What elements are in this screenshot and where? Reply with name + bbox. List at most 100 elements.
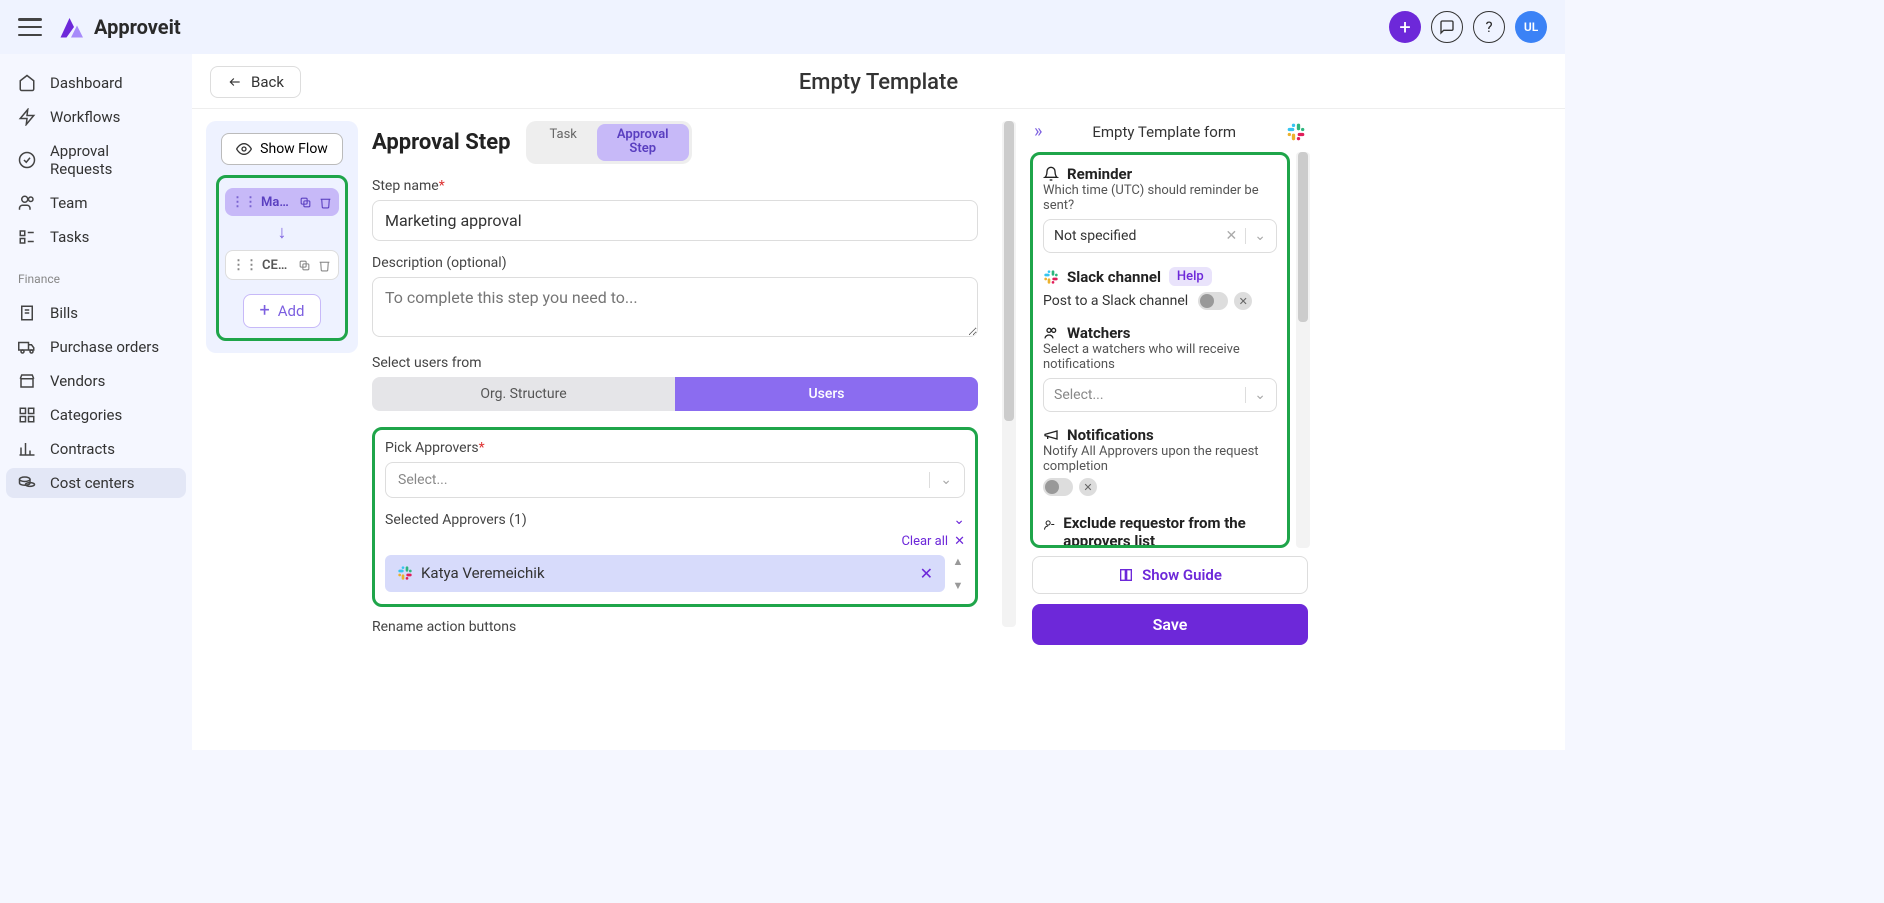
approvers-select[interactable]: Select... ⌄ [385,462,965,498]
list-scroll[interactable]: ▲▼ [951,555,965,592]
logo[interactable]: Approveit [56,12,181,42]
sidebar-item-label: Categories [50,406,122,424]
tab-task[interactable]: Task [529,124,596,161]
copy-icon[interactable] [297,194,313,210]
sidebar-item-vendors[interactable]: Vendors [6,366,186,396]
sidebar-item-bills[interactable]: Bills [6,298,186,328]
back-label: Back [251,73,284,91]
selected-approvers-label: Selected Approvers (1) [385,512,527,528]
slack-heading: Slack channel Help [1043,267,1277,286]
flow-step-selected[interactable]: ⋮⋮ Marketi... [225,188,339,216]
select-placeholder: Select... [398,472,448,488]
arrow-left-icon [227,75,243,89]
back-button[interactable]: Back [210,66,301,98]
notifications-toggle[interactable]: ✕ [1043,478,1097,496]
show-flow-label: Show Flow [260,141,328,157]
logo-text: Approveit [94,15,181,39]
step-name-input[interactable] [372,200,978,241]
watchers-select[interactable]: Select... ⌄ [1043,378,1277,412]
drag-icon[interactable]: ⋮⋮ [231,195,257,210]
slack-icon[interactable] [1286,122,1306,142]
add-step-button[interactable]: + Add [243,294,322,328]
sidebar-item-dashboard[interactable]: Dashboard [6,68,186,98]
delete-icon[interactable] [317,194,333,210]
watchers-heading: Watchers [1043,324,1277,342]
sidebar-item-label: Approval Requests [50,142,174,178]
slack-icon [1043,269,1059,285]
delete-icon[interactable] [316,257,332,273]
receipt-icon [18,304,36,322]
scrollbar[interactable] [1002,121,1016,627]
truck-icon [18,338,36,356]
eye-icon [236,141,252,157]
panel-title: Approval Step [372,130,510,155]
list-icon [18,228,36,246]
sidebar-item-approval-requests[interactable]: Approval Requests [6,136,186,184]
book-icon [1118,567,1134,583]
remove-approver-button[interactable]: ✕ [920,564,933,583]
chevron-down-icon[interactable]: ⌄ [953,512,965,528]
logo-icon [56,12,86,42]
close-icon: ✕ [954,534,965,549]
close-icon: ✕ [1234,292,1252,310]
watchers-sub: Select a watchers who will receive notif… [1043,342,1277,372]
drag-icon[interactable]: ⋮⋮ [232,258,258,273]
user-minus-icon [1043,517,1055,533]
tab-approval-step[interactable]: Approval Step [597,124,689,161]
chevron-down-icon: ⌄ [929,472,952,488]
description-label: Description (optional) [372,255,978,271]
coins-icon [18,474,36,492]
chat-icon[interactable] [1431,11,1463,43]
sidebar-item-label: Workflows [50,108,120,126]
sidebar-item-label: Bills [50,304,78,322]
exclude-heading: Exclude requestor from the approvers lis… [1043,514,1277,548]
home-icon [18,74,36,92]
sidebar-item-categories[interactable]: Categories [6,400,186,430]
arrow-down-icon: ↓ [278,224,287,242]
create-button[interactable]: + [1389,11,1421,43]
right-panel: » Empty Template form Reminder Which tim… [1030,121,1310,631]
approver-name: Katya Veremeichik [421,564,912,582]
reminder-select[interactable]: Not specified ✕⌄ [1043,219,1277,253]
sidebar-item-cost-centers[interactable]: Cost centers [6,468,186,498]
step-type-tabs: Task Approval Step [526,121,691,164]
flow-step[interactable]: ⋮⋮ CEO ap... [225,250,339,280]
save-button[interactable]: Save [1032,604,1308,645]
sidebar: Dashboard Workflows Approval Requests Te… [0,54,192,750]
help-icon[interactable]: ? [1473,11,1505,43]
help-badge[interactable]: Help [1169,267,1212,286]
sidebar-item-label: Contracts [50,440,115,458]
sidebar-item-label: Dashboard [50,74,123,92]
store-icon [18,372,36,390]
sidebar-section-finance: Finance [6,256,186,294]
sidebar-item-label: Cost centers [50,474,134,492]
chevron-down-icon: ⌄ [1245,228,1266,244]
slack-icon [397,565,413,581]
slack-post-toggle-row: Post to a Slack channel ✕ [1043,292,1277,310]
chevron-down-icon: ⌄ [1245,387,1266,403]
scrollbar[interactable] [1296,152,1310,548]
approver-chip: Katya Veremeichik ✕ [385,555,945,592]
menu-toggle[interactable] [18,18,42,36]
sidebar-item-tasks[interactable]: Tasks [6,222,186,252]
sidebar-item-purchase-orders[interactable]: Purchase orders [6,332,186,362]
description-input[interactable] [372,277,978,337]
sidebar-item-team[interactable]: Team [6,188,186,218]
clear-icon[interactable]: ✕ [1226,228,1238,244]
slack-toggle[interactable]: ✕ [1198,292,1252,310]
collapse-panel-icon[interactable]: » [1034,121,1042,142]
avatar[interactable]: UL [1515,11,1547,43]
show-guide-button[interactable]: Show Guide [1032,556,1308,594]
approvers-block: Pick Approvers* Select... ⌄ Selected App… [372,427,978,607]
clear-all-button[interactable]: Clear all✕ [385,534,965,549]
notifications-heading: Notifications [1043,426,1277,444]
sidebar-item-workflows[interactable]: Workflows [6,102,186,132]
segment-org-structure[interactable]: Org. Structure [372,377,675,411]
sidebar-item-label: Vendors [50,372,105,390]
sidebar-item-contracts[interactable]: Contracts [6,434,186,464]
notifications-sub: Notify All Approvers upon the request co… [1043,444,1277,474]
show-flow-button[interactable]: Show Flow [221,133,343,165]
user-source-segment: Org. Structure Users [372,377,978,411]
segment-users[interactable]: Users [675,377,978,411]
copy-icon[interactable] [296,257,312,273]
